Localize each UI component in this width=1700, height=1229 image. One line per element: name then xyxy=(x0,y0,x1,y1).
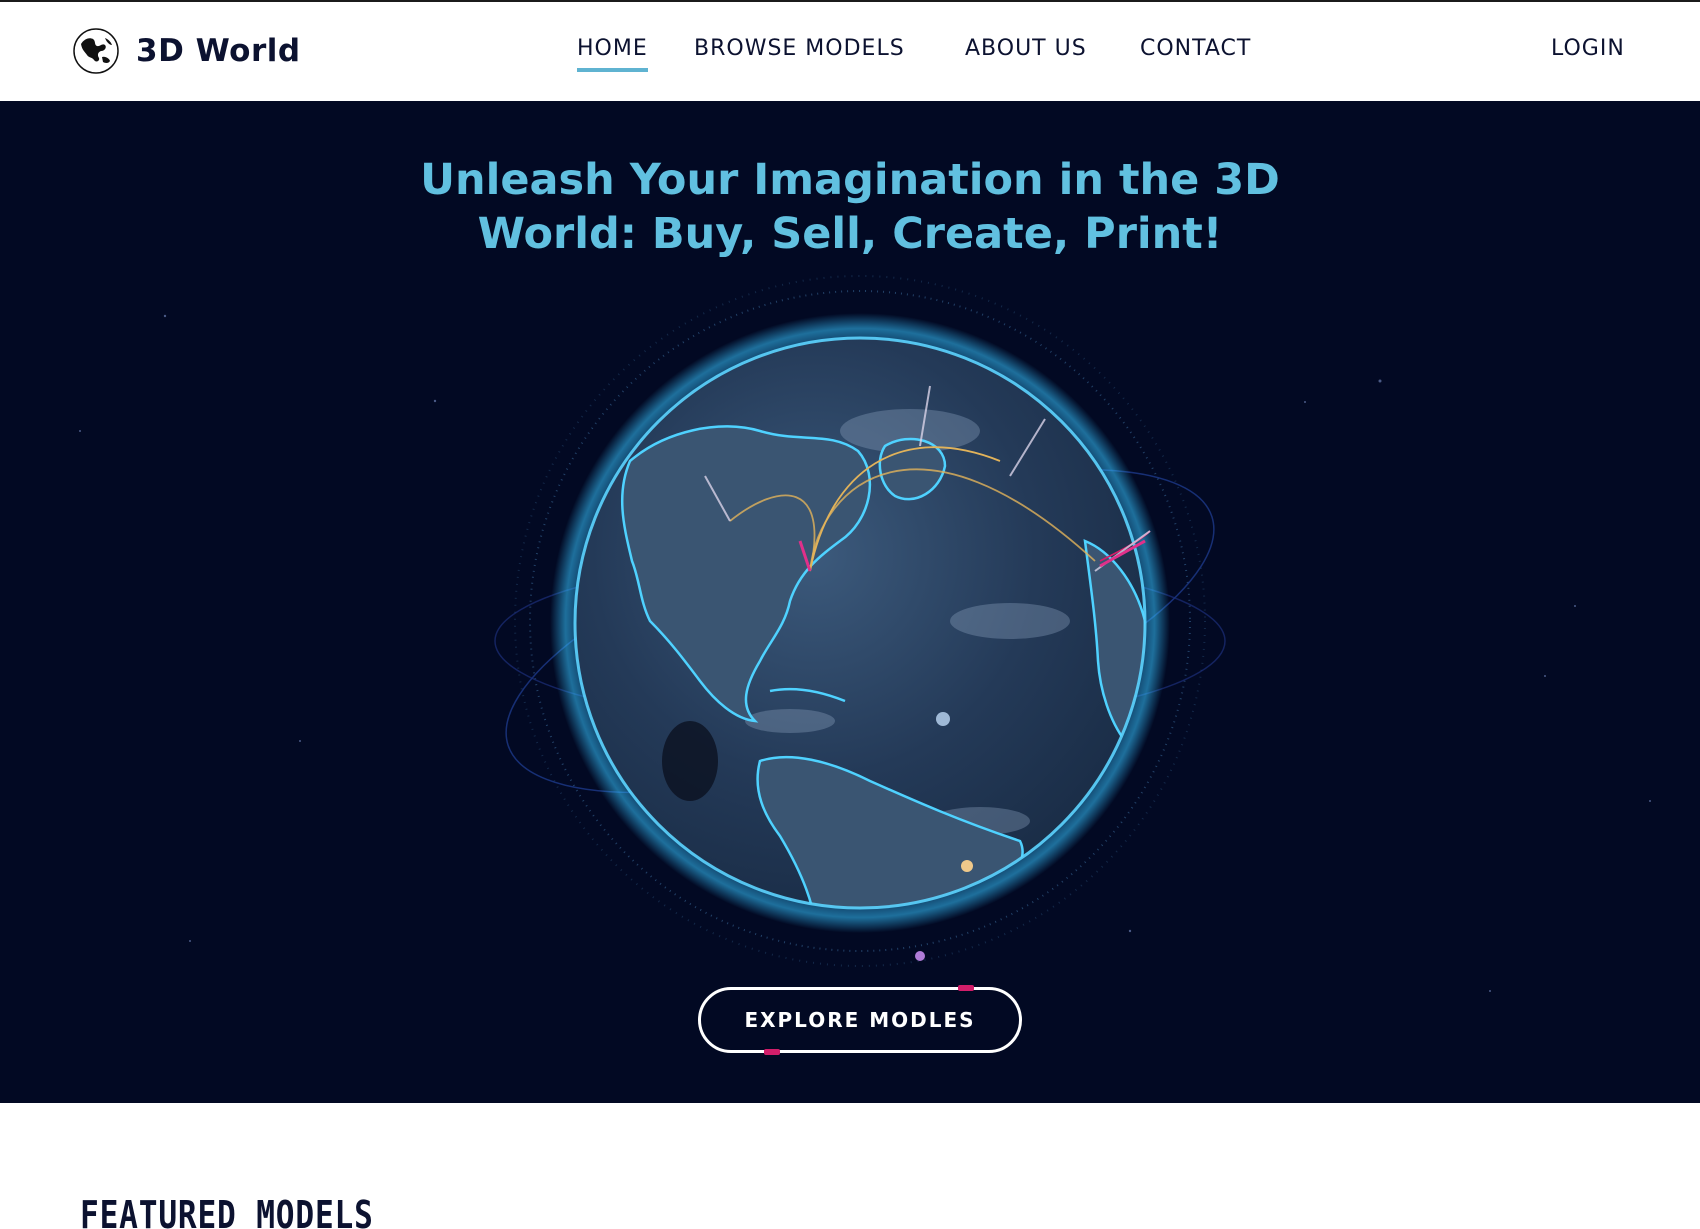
hero-title-line-2: World: Buy, Sell, Create, Print! xyxy=(477,209,1223,259)
nav-home[interactable]: HOME xyxy=(577,36,648,72)
button-accent-bottom xyxy=(764,1049,780,1055)
nav-contact[interactable]: CONTACT xyxy=(1140,36,1251,61)
hero-section: Unleash Your Imagination in the 3D World… xyxy=(0,101,1700,1103)
login-link[interactable]: LOGIN xyxy=(1551,36,1625,61)
hero-title-line-1: Unleash Your Imagination in the 3D xyxy=(420,155,1280,205)
main-nav: HOME BROWSE MODELS ABOUT US CONTACT LOGI… xyxy=(0,36,1700,76)
explore-models-button[interactable]: EXPLORE MODLES xyxy=(698,987,1022,1053)
hero-title: Unleash Your Imagination in the 3D World… xyxy=(350,153,1350,261)
nav-about-us[interactable]: ABOUT US xyxy=(965,36,1087,61)
featured-models-title: FEATURED MODELS xyxy=(80,1193,374,1229)
site-header: 3D World HOME BROWSE MODELS ABOUT US CON… xyxy=(0,2,1700,101)
nav-browse-models[interactable]: BROWSE MODELS xyxy=(694,36,905,61)
featured-models-section: FEATURED MODELS xyxy=(0,1103,1700,1229)
button-accent-top xyxy=(958,985,974,991)
